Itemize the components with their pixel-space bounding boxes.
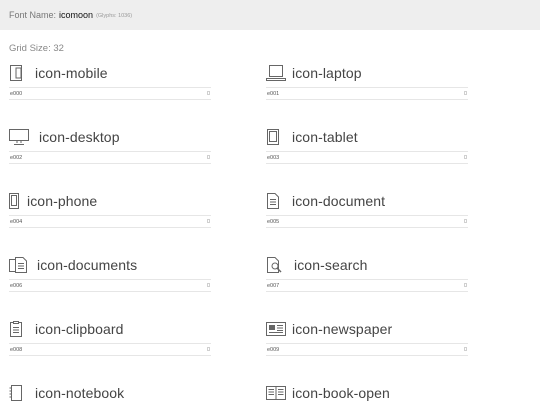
glyph-cell[interactable]: icon-tablet e003 — [266, 126, 468, 164]
glyph-preview-box — [207, 283, 210, 287]
desktop-icon — [9, 128, 31, 146]
glyph-preview-box — [464, 219, 467, 223]
glyph-preview-box — [464, 283, 467, 287]
glyph-count: (Glyphs: 1036) — [96, 13, 133, 19]
glyph-code: e009 — [267, 346, 280, 353]
glyph-cell[interactable]: icon-newspaper e009 — [266, 318, 468, 356]
glyph-cell[interactable]: icon-search e007 — [266, 254, 468, 292]
glyph-label: icon-tablet — [292, 129, 358, 145]
glyph-code: e005 — [267, 218, 280, 225]
glyph-code: e001 — [267, 90, 280, 97]
glyph-preview-box — [207, 347, 210, 351]
glyph-code: e004 — [10, 218, 23, 225]
glyph-cell[interactable]: icon-phone e004 — [9, 190, 211, 228]
glyph-cell[interactable]: icon-document e005 — [266, 190, 468, 228]
glyph-preview-box — [207, 91, 210, 95]
mobile-icon — [9, 64, 31, 82]
glyph-code-field[interactable]: e001 — [266, 87, 468, 100]
glyph-cell[interactable]: icon-clipboard e008 — [9, 318, 211, 356]
glyph-label: icon-search — [294, 257, 368, 273]
glyph-code: e003 — [267, 154, 280, 161]
glyph-label: icon-documents — [37, 257, 138, 273]
glyph-preview-box — [207, 155, 210, 159]
clipboard-icon — [9, 320, 31, 338]
glyph-code-field[interactable]: e000 — [9, 87, 211, 100]
glyph-cell[interactable]: icon-desktop e002 — [9, 126, 211, 164]
glyph-code-field[interactable]: e004 — [9, 215, 211, 228]
book-open-icon — [266, 384, 288, 402]
glyph-cell[interactable]: icon-book-open — [266, 382, 468, 404]
glyph-code: e002 — [10, 154, 23, 161]
glyph-label: icon-phone — [27, 193, 98, 209]
glyph-preview-box — [207, 219, 210, 223]
glyph-cell[interactable]: icon-mobile e000 — [9, 62, 211, 100]
notebook-icon — [9, 384, 31, 402]
glyph-label: icon-newspaper — [292, 321, 393, 337]
newspaper-icon — [266, 320, 288, 338]
glyph-cell[interactable]: icon-notebook — [9, 382, 211, 404]
grid-size: Grid Size: 32 — [9, 43, 64, 54]
glyph-label: icon-notebook — [35, 385, 125, 401]
glyph-code-field[interactable]: e002 — [9, 151, 211, 164]
glyph-label: icon-document — [292, 193, 386, 209]
glyph-preview-box — [464, 347, 467, 351]
glyph-label: icon-desktop — [39, 129, 120, 145]
font-name-prefix: Font Name: — [9, 10, 57, 20]
font-name: icomoon — [59, 10, 94, 20]
phone-icon — [9, 192, 23, 210]
glyph-code-field[interactable]: e005 — [266, 215, 468, 228]
laptop-icon — [266, 64, 288, 82]
glyph-code-field[interactable]: e007 — [266, 279, 468, 292]
glyph-cell[interactable]: icon-laptop e001 — [266, 62, 468, 100]
glyph-code: e007 — [267, 282, 280, 289]
glyph-code-field[interactable]: e008 — [9, 343, 211, 356]
glyph-code-field[interactable]: e003 — [266, 151, 468, 164]
search-icon — [266, 256, 288, 274]
glyph-cell[interactable]: icon-documents e006 — [9, 254, 211, 292]
glyph-preview-box — [464, 155, 467, 159]
glyph-label: icon-mobile — [35, 65, 108, 81]
glyph-preview-box — [464, 91, 467, 95]
tablet-icon — [266, 128, 288, 146]
glyph-label: icon-clipboard — [35, 321, 124, 337]
glyph-label: icon-book-open — [292, 385, 390, 401]
glyph-code-field[interactable]: e006 — [9, 279, 211, 292]
document-icon — [266, 192, 288, 210]
glyph-code: e008 — [10, 346, 23, 353]
documents-icon — [9, 256, 31, 274]
glyph-code: e000 — [10, 90, 23, 97]
glyph-code: e006 — [10, 282, 23, 289]
glyph-code-field[interactable]: e009 — [266, 343, 468, 356]
glyph-label: icon-laptop — [292, 65, 362, 81]
font-header: Font Name: icomoon (Glyphs: 1036) — [0, 0, 540, 30]
